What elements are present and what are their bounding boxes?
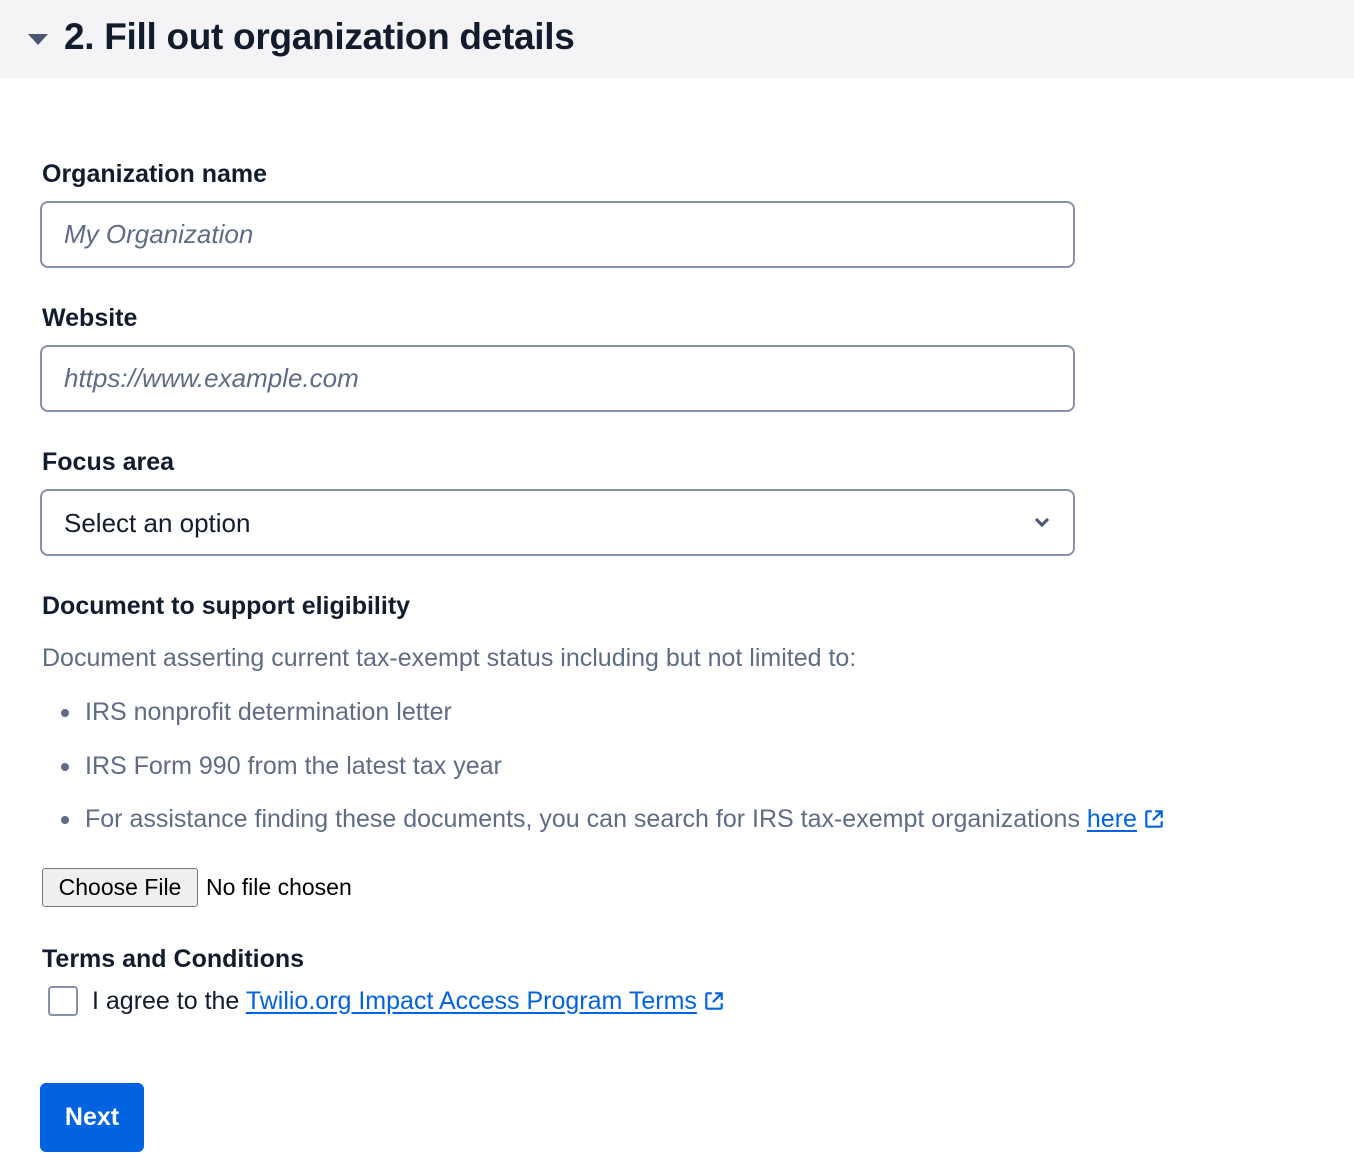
terms-checkbox[interactable]	[48, 986, 78, 1016]
terms-label: Terms and Conditions	[42, 945, 305, 973]
org-name-field[interactable]	[40, 201, 1075, 268]
document-helper-text: Document asserting current tax-exempt st…	[42, 644, 857, 672]
terms-agree-row: I agree to the Twilio.org Impact Access …	[48, 986, 725, 1016]
focus-area-selected-value: Select an option	[64, 508, 251, 538]
focus-area-label: Focus area	[42, 448, 175, 476]
choose-file-button[interactable]: Choose File	[42, 868, 198, 907]
terms-link[interactable]: Twilio.org Impact Access Program Terms	[246, 987, 697, 1015]
website-label: Website	[42, 304, 138, 332]
org-name-label: Organization name	[42, 160, 268, 188]
external-link-icon[interactable]	[703, 990, 725, 1012]
focus-area-select[interactable]: Select an option	[40, 489, 1075, 556]
bullet-dot	[61, 762, 69, 771]
caret-down-icon[interactable]	[28, 34, 48, 45]
irs-search-link[interactable]: here	[1087, 805, 1137, 833]
bullet-text: IRS Form 990 from the latest tax year	[85, 751, 502, 780]
bullet-dot	[61, 709, 69, 717]
bullet-text: For assistance finding these documents, …	[85, 805, 1080, 833]
website-field[interactable]	[40, 345, 1075, 412]
next-button[interactable]: Next	[40, 1083, 144, 1152]
list-item: IRS nonprofit determination letter	[42, 696, 1165, 750]
bullet-text: IRS nonprofit determination letter	[85, 698, 452, 726]
bullet-dot	[61, 816, 69, 824]
external-link-icon[interactable]	[1143, 808, 1165, 830]
terms-agree-label: I agree to the Twilio.org Impact Access …	[92, 987, 725, 1016]
list-item: IRS Form 990 from the latest tax year	[42, 750, 1165, 804]
file-upload: Choose File No file chosen	[42, 868, 352, 907]
org-name-input[interactable]	[42, 203, 1073, 266]
terms-agree-prefix: I agree to the	[92, 986, 240, 1015]
chevron-down-icon	[1034, 512, 1050, 528]
document-label: Document to support eligibility	[42, 592, 411, 620]
document-bullet-list: IRS nonprofit determination letter IRS F…	[42, 696, 1165, 857]
file-status-text: No file chosen	[206, 874, 352, 900]
list-item: For assistance finding these documents, …	[42, 803, 1165, 857]
section-title: 2. Fill out organization details	[64, 16, 575, 57]
website-input[interactable]	[42, 347, 1073, 410]
section-header[interactable]: 2. Fill out organization details	[0, 0, 1354, 78]
